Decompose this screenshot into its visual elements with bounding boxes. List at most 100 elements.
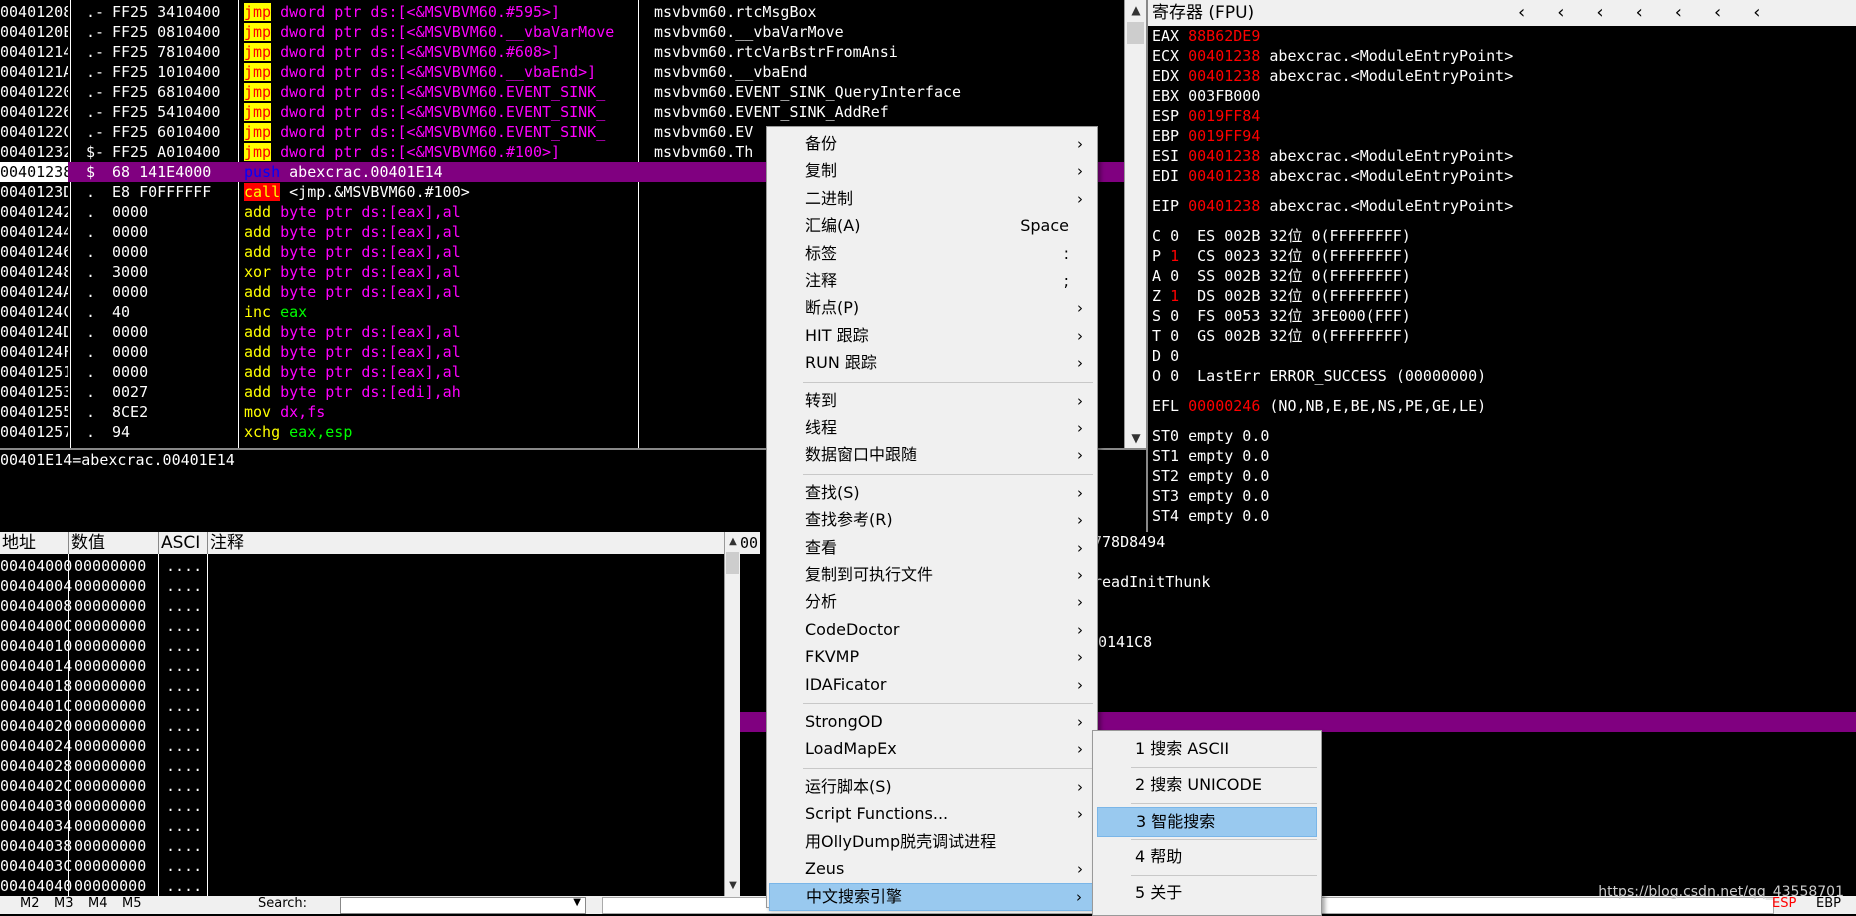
dump-scrollbar[interactable]: ▲ ▼ xyxy=(724,532,740,896)
register-ebp[interactable]: EBP 0019FF94 xyxy=(1152,126,1269,146)
register-value[interactable]: 00401238 xyxy=(1188,167,1260,185)
scroll-thumb[interactable] xyxy=(726,552,739,574)
flag-row[interactable]: A 0 SS 002B 32位 0(FFFFFFFF) xyxy=(1152,266,1411,286)
menu-item[interactable]: 查找参考(R) › xyxy=(769,507,1095,533)
scroll-down-icon[interactable]: ▼ xyxy=(1125,428,1147,448)
registers-pane[interactable]: 寄存器 (FPU) ‹‹‹‹‹‹‹ EAX 88B62DE9 ECX 00401… xyxy=(1146,0,1856,532)
context-menu[interactable]: 备份 › 复制 › 二进制 › 汇编(A) Space 标签: 注释; 断点(P) › HIT 跟踪 › R… xyxy=(766,126,1098,912)
register-esi[interactable]: ESI 00401238 abexcrac.<ModuleEntryPoint> xyxy=(1152,146,1513,166)
scroll-down-icon[interactable]: ▼ xyxy=(725,876,740,896)
menu-item[interactable]: 用OllyDump脱壳调试进程 xyxy=(769,829,1095,855)
tab-m5[interactable]: M5 xyxy=(122,896,142,911)
flag-value[interactable]: 0 xyxy=(1170,227,1179,245)
tab-m3[interactable]: M3 xyxy=(54,896,74,911)
submenu-item[interactable]: 4 帮助 xyxy=(1097,843,1317,871)
dump-col-value[interactable]: 数值 xyxy=(69,532,159,554)
flag-row[interactable]: O 0 LastErr ERROR_SUCCESS (00000000) xyxy=(1152,366,1486,386)
submenu-item[interactable]: 3 智能搜索 xyxy=(1097,807,1317,837)
flag-row[interactable]: C 0 ES 002B 32位 0(FFFFFFFF) xyxy=(1152,226,1411,246)
menu-item[interactable]: 查找(S) › xyxy=(769,480,1095,506)
register-esp[interactable]: ESP 0019FF84 xyxy=(1152,106,1269,126)
scroll-up-icon[interactable]: ▲ xyxy=(1125,0,1147,20)
disassembly-scrollbar[interactable]: ▲ ▼ xyxy=(1124,0,1147,448)
tab-m2[interactable]: M2 xyxy=(20,896,40,911)
tab-m4[interactable]: M4 xyxy=(88,896,108,911)
submenu-chinese-search[interactable]: 1 搜索 ASCII 2 搜索 UNICODE 3 智能搜索 4 帮助 5 关于 xyxy=(1092,730,1322,916)
menu-item[interactable]: StrongOD › xyxy=(769,709,1095,735)
submenu-item[interactable]: 1 搜索 ASCII xyxy=(1097,735,1317,763)
chevron-left-icon[interactable]: ‹‹‹‹‹‹‹ xyxy=(1518,0,1792,26)
menu-item[interactable]: CodeDoctor › xyxy=(769,617,1095,643)
menu-item[interactable]: RUN 跟踪 › xyxy=(769,350,1095,376)
register-edi[interactable]: EDI 00401238 abexcrac.<ModuleEntryPoint> xyxy=(1152,166,1513,186)
scroll-thumb[interactable] xyxy=(1127,22,1144,44)
register-value[interactable]: 00401238 xyxy=(1188,47,1260,65)
flag-row[interactable]: T 0 GS 002B 32位 0(FFFFFFFF) xyxy=(1152,326,1411,346)
menu-item[interactable]: 中文搜索引擎 › xyxy=(769,883,1095,912)
register-eax[interactable]: EAX 88B62DE9 xyxy=(1152,26,1269,46)
register-value[interactable]: 003FB000 xyxy=(1188,87,1260,105)
menu-item[interactable]: 注释; xyxy=(769,268,1095,294)
disasm-row[interactable]: 00401220 .- FF25 6810400 jmp dword ptr ds:[… xyxy=(0,82,1124,102)
flag-value[interactable]: 1 xyxy=(1170,287,1179,305)
disasm-row[interactable]: 0040121A .- FF25 1010400 jmp dword ptr ds:[… xyxy=(0,62,1124,82)
dump-col-ascii[interactable]: ASCI xyxy=(159,532,208,554)
disasm-row[interactable]: 00401208 .- FF25 3410400 jmp dword ptr ds:[… xyxy=(0,2,1124,22)
flag-row[interactable]: P 1 CS 0023 32位 0(FFFFFFFF) xyxy=(1152,246,1411,266)
register-edx[interactable]: EDX 00401238 abexcrac.<ModuleEntryPoint> xyxy=(1152,66,1513,86)
register-value[interactable]: 00000246 xyxy=(1188,397,1260,415)
menu-item[interactable]: LoadMapEx › xyxy=(769,736,1095,762)
fpu-register[interactable]: ST2 empty 0.0 xyxy=(1152,466,1269,486)
flag-value[interactable]: 0 xyxy=(1170,367,1179,385)
menu-item[interactable]: Zeus › xyxy=(769,856,1095,882)
disasm-row[interactable]: 0040120E .- FF25 0810400 jmp dword ptr ds:[… xyxy=(0,22,1124,42)
menu-item[interactable]: 查看 › xyxy=(769,535,1095,561)
fpu-register[interactable]: ST4 empty 0.0 xyxy=(1152,506,1269,526)
register-value[interactable]: 00401238 xyxy=(1188,67,1260,85)
menu-item[interactable]: 分析 › xyxy=(769,589,1095,615)
scroll-up-icon[interactable]: ▲ xyxy=(725,532,740,552)
menu-item[interactable]: 二进制 › xyxy=(769,186,1095,212)
flag-row[interactable]: D 0 xyxy=(1152,346,1197,366)
menu-item[interactable]: 转到 › xyxy=(769,388,1095,414)
register-efl[interactable]: EFL 00000246 (NO,NB,E,BE,NS,PE,GE,LE) xyxy=(1152,396,1486,416)
submenu-item[interactable]: 2 搜索 UNICODE xyxy=(1097,771,1317,799)
register-value[interactable]: 0019FF94 xyxy=(1188,127,1260,145)
register-ebx[interactable]: EBX 003FB000 xyxy=(1152,86,1269,106)
flag-value[interactable]: 0 xyxy=(1170,267,1179,285)
menu-item[interactable]: 复制 › xyxy=(769,158,1095,184)
menu-item[interactable]: 运行脚本(S) › xyxy=(769,774,1095,800)
menu-item[interactable]: 复制到可执行文件 › xyxy=(769,562,1095,588)
flag-value[interactable]: 1 xyxy=(1170,247,1179,265)
register-eip[interactable]: EIP 00401238 abexcrac.<ModuleEntryPoint> xyxy=(1152,196,1513,216)
chevron-down-icon[interactable]: ▼ xyxy=(573,897,581,908)
search-input[interactable]: ▼ xyxy=(340,897,586,914)
menu-item[interactable]: HIT 跟踪 › xyxy=(769,323,1095,349)
fpu-register[interactable]: ST3 empty 0.0 xyxy=(1152,486,1269,506)
fpu-register[interactable]: ST1 empty 0.0 xyxy=(1152,446,1269,466)
flag-value[interactable]: 0 xyxy=(1170,347,1179,365)
disasm-row[interactable]: 00401226 .- FF25 5410400 jmp dword ptr ds:[… xyxy=(0,102,1124,122)
menu-item[interactable]: FKVMP › xyxy=(769,644,1095,670)
menu-item[interactable]: 备份 › xyxy=(769,131,1095,157)
dump-col-addr[interactable]: 地址 xyxy=(0,532,69,554)
flag-row[interactable]: S 0 FS 0053 32位 3FE000(FFF) xyxy=(1152,306,1411,326)
dump-pane[interactable]: 地址 数值 ASCI 注释 00404000 00000000.... 004040… xyxy=(0,532,740,896)
flag-value[interactable]: 0 xyxy=(1170,307,1179,325)
submenu-item[interactable]: 5 关于 xyxy=(1097,879,1317,907)
menu-item[interactable]: IDAFicator › xyxy=(769,672,1095,698)
fpu-register[interactable]: ST0 empty 0.0 xyxy=(1152,426,1269,446)
menu-item[interactable]: 汇编(A) Space xyxy=(769,213,1095,239)
dump-col-comment[interactable]: 注释 xyxy=(208,532,710,554)
register-value[interactable]: 88B62DE9 xyxy=(1188,27,1260,45)
menu-item[interactable]: 断点(P) › xyxy=(769,295,1095,321)
menu-item[interactable]: 数据窗口中跟随 › xyxy=(769,442,1095,468)
flag-value[interactable]: 0 xyxy=(1170,327,1179,345)
menu-item[interactable]: Script Functions... › xyxy=(769,801,1095,827)
menu-item[interactable]: 线程 › xyxy=(769,415,1095,441)
register-value[interactable]: 00401238 xyxy=(1188,197,1260,215)
register-value[interactable]: 00401238 xyxy=(1188,147,1260,165)
register-value[interactable]: 0019FF84 xyxy=(1188,107,1260,125)
flag-row[interactable]: Z 1 DS 002B 32位 0(FFFFFFFF) xyxy=(1152,286,1411,306)
register-ecx[interactable]: ECX 00401238 abexcrac.<ModuleEntryPoint> xyxy=(1152,46,1513,66)
